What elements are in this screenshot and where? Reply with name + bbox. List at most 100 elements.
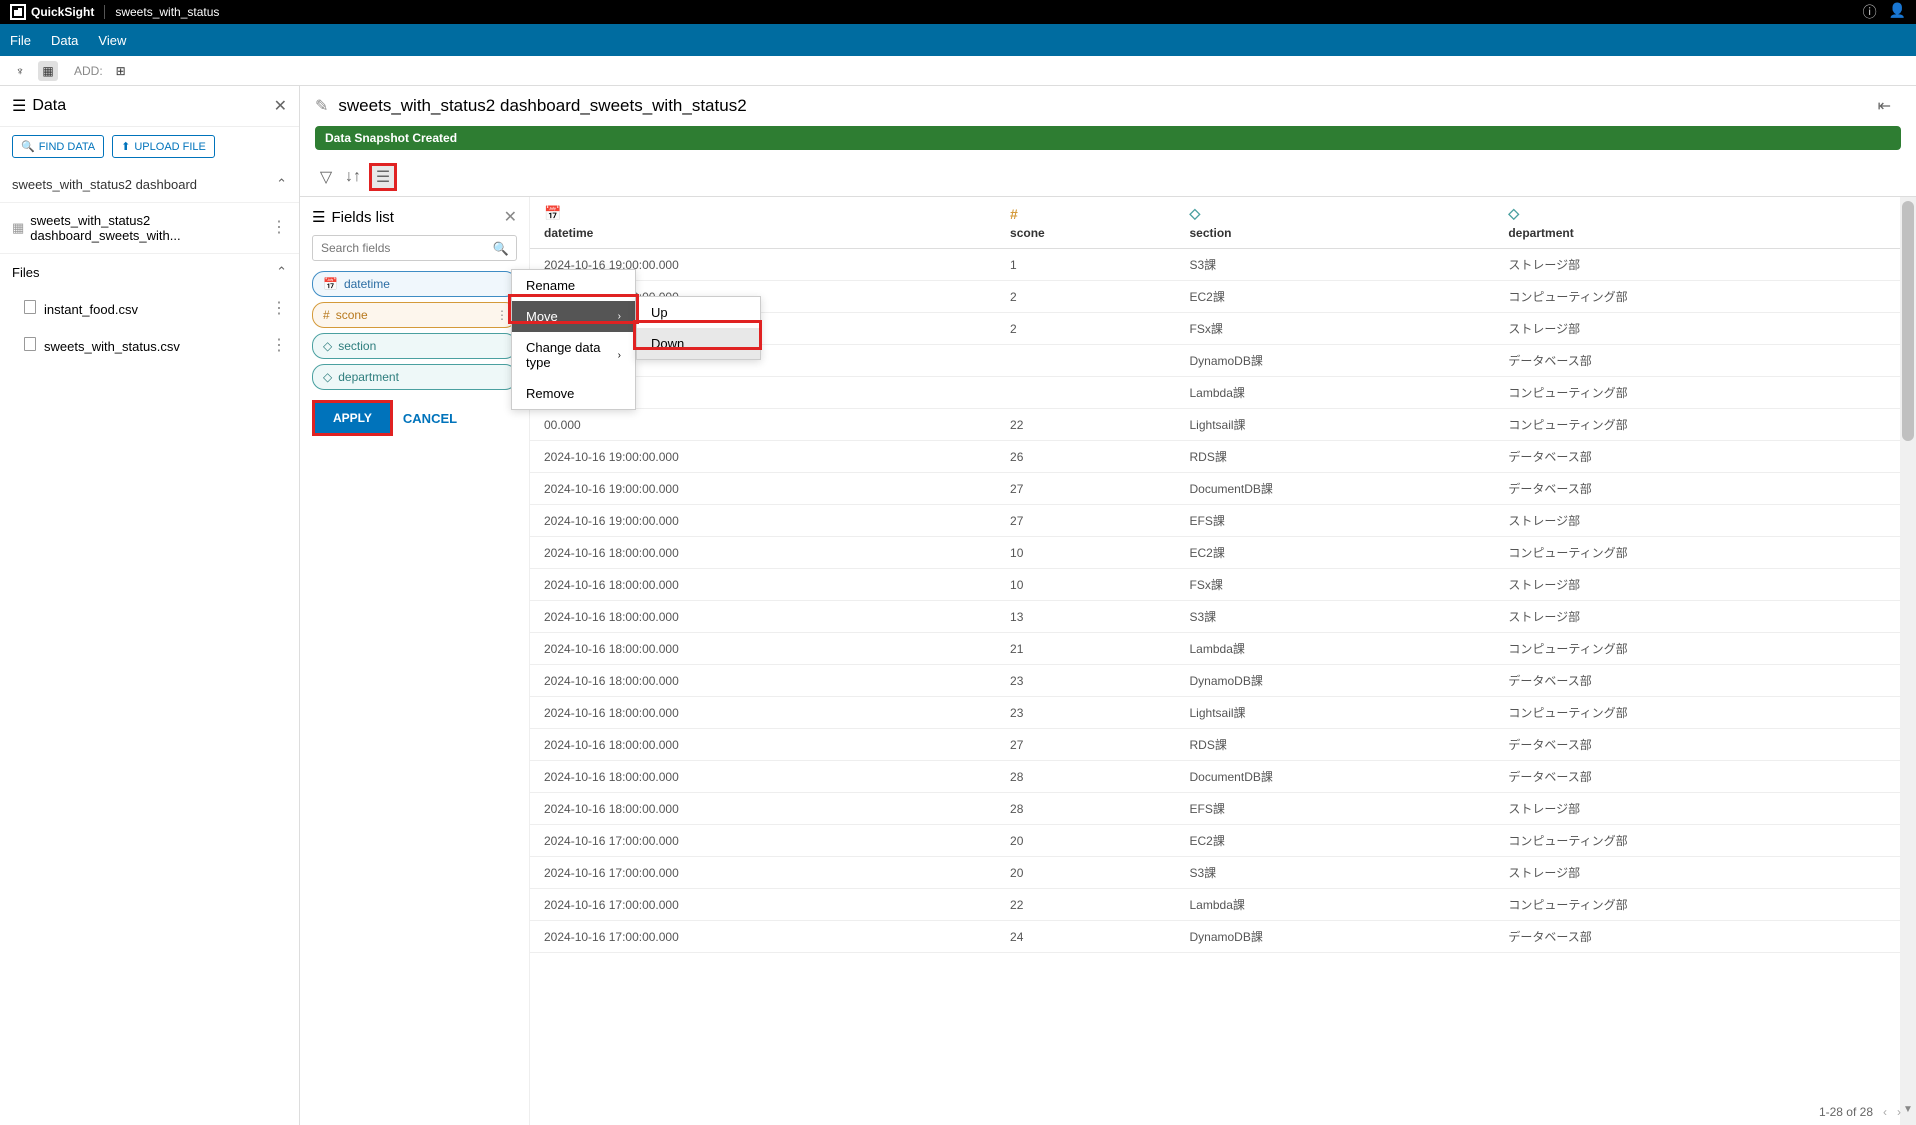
menu-up[interactable]: Up <box>637 297 760 328</box>
user-icon[interactable]: 👤 <box>1889 2 1906 22</box>
dataset-menu-icon[interactable]: ⋮ <box>271 220 287 236</box>
field-context-menu: Rename Move› Change data type› Remove <box>511 269 636 410</box>
table-row[interactable]: 2024-10-16 18:00:00.00023DynamoDB課データベース… <box>530 665 1916 697</box>
col-department[interactable]: ◇department <box>1494 197 1916 249</box>
data-view-icon[interactable]: ▦ <box>38 61 58 81</box>
table-row[interactable]: 2024-10-16 19:00:00.00027DocumentDB課データベ… <box>530 473 1916 505</box>
field-department[interactable]: ◇ department <box>312 364 517 390</box>
fields-panel: ☰ Fields list ✕ 🔍 📅 datetime # scone ⋮ <box>300 197 530 1125</box>
menu-remove[interactable]: Remove <box>512 378 635 409</box>
file-menu-icon[interactable]: ⋮ <box>271 338 287 354</box>
table-cell: 23 <box>996 665 1175 697</box>
vertical-scrollbar[interactable]: ▲ ▼ <box>1900 197 1916 1125</box>
table-row[interactable]: 2024-10-16 17:00:00.00024DynamoDB課データベース… <box>530 921 1916 953</box>
table-row[interactable]: 00.00022Lightsail課コンピューティング部 <box>530 409 1916 441</box>
menu-rename[interactable]: Rename <box>512 270 635 301</box>
table-row[interactable]: 2024-10-16 18:00:00.00021Lambda課コンピューティン… <box>530 633 1916 665</box>
table-cell: 27 <box>996 729 1175 761</box>
close-fields-icon[interactable]: ✕ <box>504 207 517 227</box>
snapshot-badge: Data Snapshot Created <box>315 126 1901 150</box>
filter-icon[interactable]: ▽ <box>315 166 337 188</box>
table-cell: ストレージ部 <box>1494 793 1916 825</box>
table-row[interactable]: 2024-10-16 18:00:00.00013S3課ストレージ部 <box>530 601 1916 633</box>
file-item[interactable]: instant_food.csv ⋮ <box>0 290 299 327</box>
table-row[interactable]: 2024-10-16 17:00:00.00022Lambda課コンピューティン… <box>530 889 1916 921</box>
content-title: sweets_with_status2 dashboard_sweets_wit… <box>338 96 746 116</box>
field-datetime[interactable]: 📅 datetime <box>312 271 517 297</box>
table-row[interactable]: 2024-10-16 19:00:00.00026RDS課データベース部 <box>530 441 1916 473</box>
col-section[interactable]: ◇section <box>1176 197 1495 249</box>
table-cell: 2024-10-16 18:00:00.000 <box>530 633 996 665</box>
table-cell: 1 <box>996 249 1175 281</box>
table-row[interactable]: 2024-10-16 18:00:00.00023Lightsail課コンピュー… <box>530 697 1916 729</box>
menu-file[interactable]: File <box>10 33 31 48</box>
table-row[interactable]: 2024-10-16 19:00:00.0001S3課ストレージ部 <box>530 249 1916 281</box>
table-cell: 20 <box>996 857 1175 889</box>
add-label: ADD: <box>74 64 103 78</box>
table-cell: DocumentDB課 <box>1176 761 1495 793</box>
data-title: Data <box>32 97 66 115</box>
table-row[interactable]: 2024-10-16 18:00:00.00028DocumentDB課データベ… <box>530 761 1916 793</box>
dataset-item[interactable]: ▦sweets_with_status2 dashboard_sweets_wi… <box>0 203 299 254</box>
menu-move[interactable]: Move› <box>512 301 635 332</box>
app-logo[interactable]: QuickSight <box>10 4 94 20</box>
table-cell: FSx課 <box>1176 569 1495 601</box>
close-data-icon[interactable]: ✕ <box>274 96 287 116</box>
col-datetime[interactable]: 📅datetime <box>530 197 996 249</box>
help-icon[interactable]: ⓘ <box>1863 2 1877 22</box>
table-cell: 22 <box>996 409 1175 441</box>
table-cell: Lambda課 <box>1176 377 1495 409</box>
table-cell: Lightsail課 <box>1176 409 1495 441</box>
table-cell: 2024-10-16 18:00:00.000 <box>530 537 996 569</box>
collapse-icon[interactable]: ⇤ <box>1878 96 1891 116</box>
table-cell: 27 <box>996 473 1175 505</box>
field-section[interactable]: ◇ section <box>312 333 517 359</box>
files-header[interactable]: Files ⌃ <box>0 254 299 290</box>
upload-file-button[interactable]: ⬆UPLOAD FILE <box>112 135 215 158</box>
file-item[interactable]: sweets_with_status.csv ⋮ <box>0 327 299 364</box>
menu-data[interactable]: Data <box>51 33 78 48</box>
table-row[interactable]: 2024-10-16 18:00:00.00010EC2課コンピューティング部 <box>530 537 1916 569</box>
find-data-button[interactable]: 🔍FIND DATA <box>12 135 104 158</box>
file-menu-icon[interactable]: ⋮ <box>271 301 287 317</box>
search-icon: 🔍 <box>21 140 35 153</box>
apply-cancel-row: APPLY CANCEL <box>312 400 517 436</box>
table-cell: EFS課 <box>1176 793 1495 825</box>
page-prev-icon[interactable]: ‹ <box>1883 1105 1887 1119</box>
chevron-up-icon[interactable]: ⌃ <box>276 264 287 280</box>
table-row[interactable]: 2024-10-16 18:00:00.00010FSx課ストレージ部 <box>530 569 1916 601</box>
sort-icon[interactable]: ↓↑ <box>342 166 364 188</box>
tree-view-icon[interactable]: ♆ <box>10 61 30 81</box>
search-fields-input[interactable] <box>312 235 517 261</box>
chevron-up-icon[interactable]: ⌃ <box>276 176 287 192</box>
col-scone[interactable]: #scone <box>996 197 1175 249</box>
tag-icon: ◇ <box>323 339 332 353</box>
table-row[interactable]: 2024-10-16 17:00:00.00020S3課ストレージ部 <box>530 857 1916 889</box>
table-row[interactable]: 2024-10-16 18:00:00.00027RDS課データベース部 <box>530 729 1916 761</box>
table-row[interactable]: Lambda課コンピューティング部 <box>530 377 1916 409</box>
page-next-icon[interactable]: › <box>1897 1105 1901 1119</box>
table-cell: 00.000 <box>530 409 996 441</box>
field-menu-icon[interactable]: ⋮ <box>496 308 508 322</box>
cancel-link[interactable]: CANCEL <box>403 411 457 426</box>
table-row[interactable]: 2024-10-16 17:00:00.00020EC2課コンピューティング部 <box>530 825 1916 857</box>
table-cell: S3課 <box>1176 857 1495 889</box>
menu-view[interactable]: View <box>98 33 126 48</box>
scrollbar-thumb[interactable] <box>1902 201 1914 441</box>
table-cell: ストレージ部 <box>1494 249 1916 281</box>
chevron-right-icon: › <box>618 350 621 361</box>
view-toolbar: ♆ ▦ ADD: ⊞ <box>0 56 1916 86</box>
menu-change-type[interactable]: Change data type› <box>512 332 635 378</box>
scroll-down-icon[interactable]: ▼ <box>1902 1104 1914 1115</box>
fields-icon[interactable]: ☰ <box>369 163 397 191</box>
table-row[interactable]: 2024-10-16 18:00:00.00028EFS課ストレージ部 <box>530 793 1916 825</box>
table-row[interactable]: 2024-10-16 19:00:00.00027EFS課ストレージ部 <box>530 505 1916 537</box>
pencil-icon[interactable]: ✎ <box>315 96 328 116</box>
apply-button[interactable]: APPLY <box>315 403 390 433</box>
menu-down[interactable]: Down <box>637 328 760 359</box>
add-icon[interactable]: ⊞ <box>111 61 131 81</box>
field-scone[interactable]: # scone ⋮ <box>312 302 517 328</box>
table-cell <box>996 377 1175 409</box>
table-cell: DynamoDB課 <box>1176 921 1495 953</box>
dataset-header[interactable]: sweets_with_status2 dashboard ⌃ <box>0 166 299 203</box>
